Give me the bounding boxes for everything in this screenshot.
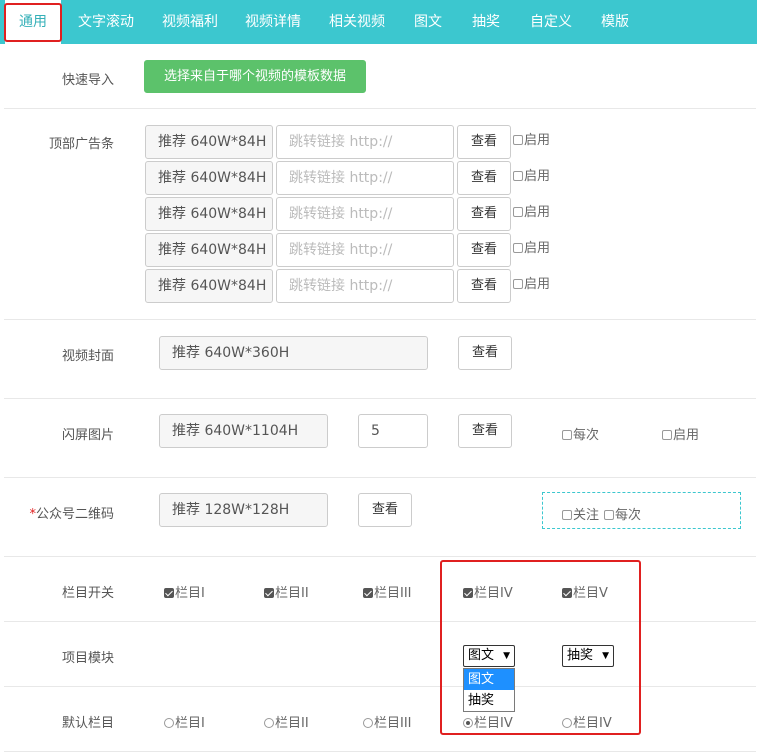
ad-view-button[interactable]: 查看 [457,233,511,267]
project-module-label: 项目模块 [61,651,114,666]
select-template-button[interactable]: 选择来自于哪个视频的模板数据 [144,60,366,93]
column-switch-label: 栏目开关 [61,586,114,601]
default-column-label: 默认栏目 [61,716,114,731]
qr-every-checkbox[interactable]: 每次 [604,504,641,523]
ad-enable-checkbox[interactable]: 启用 [513,273,550,292]
tab-template[interactable]: 模版 [592,0,638,44]
ad-link-input[interactable]: 跳转链接 http:// [276,125,454,159]
splash-label: 闪屏图片 [61,428,114,443]
tab-text-scroll[interactable]: 文字滚动 [66,0,146,44]
splash-size-input[interactable]: 推荐 640W*1104H [159,414,328,448]
tab-custom[interactable]: 自定义 [521,0,581,44]
ad-enable-checkbox[interactable]: 启用 [513,129,550,148]
ad-size-input[interactable]: 推荐 640W*84H [145,269,273,303]
default-column-radio-1[interactable]: 栏目I [164,712,205,731]
quick-import-label: 快速导入 [61,73,114,88]
ad-size-input[interactable]: 推荐 640W*84H [145,161,273,195]
ad-view-button[interactable]: 查看 [457,161,511,195]
module-select-v[interactable]: 抽奖 ▼ [562,645,614,667]
tab-related-video[interactable]: 相关视频 [317,0,397,44]
column-checkbox-2[interactable]: 栏目II [264,582,309,601]
ad-size-input[interactable]: 推荐 640W*84H [145,125,273,159]
splash-seconds-input[interactable]: 5 [358,414,428,448]
column-checkbox-5[interactable]: 栏目V [562,582,608,601]
module-select-iv[interactable]: 图文 ▼ [463,645,515,667]
top-ad-label: 顶部广告条 [48,137,114,152]
column-checkbox-4[interactable]: 栏目IV [463,582,513,601]
column-checkbox-1[interactable]: 栏目I [164,582,205,601]
tab-image-text[interactable]: 图文 [405,0,451,44]
ad-view-button[interactable]: 查看 [457,125,511,159]
default-column-radio-3[interactable]: 栏目III [363,712,412,731]
tab-general[interactable]: 通用 [5,0,61,44]
ad-link-input[interactable]: 跳转链接 http:// [276,269,454,303]
row-project-module [4,621,756,687]
ad-enable-checkbox[interactable]: 启用 [513,201,550,220]
default-column-radio-5[interactable]: 栏目IV [562,712,612,731]
cover-size-input[interactable]: 推荐 640W*360H [159,336,428,370]
qr-label: *公众号二维码 [29,507,114,522]
row-quick-import [4,44,756,109]
splash-every-checkbox[interactable]: 每次 [562,424,599,443]
tab-bar: 通用 文字滚动 视频福利 视频详情 相关视频 图文 抽奖 自定义 模版 [0,0,757,44]
ad-view-button[interactable]: 查看 [457,269,511,303]
column-checkbox-3[interactable]: 栏目III [363,582,412,601]
qr-view-button[interactable]: 查看 [358,493,412,527]
ad-link-input[interactable]: 跳转链接 http:// [276,161,454,195]
default-column-radio-4[interactable]: 栏目IV [463,712,513,731]
tab-lottery[interactable]: 抽奖 [463,0,509,44]
ad-size-input[interactable]: 推荐 640W*84H [145,233,273,267]
ad-link-input[interactable]: 跳转链接 http:// [276,197,454,231]
cover-view-button[interactable]: 查看 [458,336,512,370]
qr-follow-checkbox[interactable]: 关注 [562,504,599,523]
dropdown-arrow-icon: ▼ [503,651,510,661]
ad-view-button[interactable]: 查看 [457,197,511,231]
splash-enable-checkbox[interactable]: 启用 [662,424,699,443]
dropdown-arrow-icon: ▼ [602,651,609,661]
tab-video-detail[interactable]: 视频详情 [233,0,313,44]
ad-enable-checkbox[interactable]: 启用 [513,237,550,256]
ad-link-input[interactable]: 跳转链接 http:// [276,233,454,267]
splash-view-button[interactable]: 查看 [458,414,512,448]
ad-enable-checkbox[interactable]: 启用 [513,165,550,184]
qr-size-input[interactable]: 推荐 128W*128H [159,493,328,527]
default-column-radio-2[interactable]: 栏目II [264,712,309,731]
video-cover-label: 视频封面 [61,349,114,364]
ad-size-input[interactable]: 推荐 640W*84H [145,197,273,231]
tab-video-welfare[interactable]: 视频福利 [150,0,230,44]
